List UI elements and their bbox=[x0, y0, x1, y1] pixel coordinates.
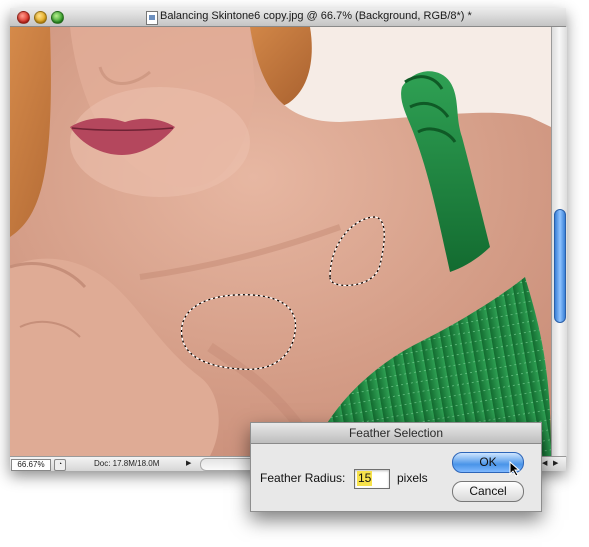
image-canvas[interactable] bbox=[10, 27, 551, 456]
document-window: Balancing Skintone6 copy.jpg @ 66.7% (Ba… bbox=[10, 8, 567, 471]
scroll-left-arrow-icon[interactable]: ◀ bbox=[542, 459, 547, 467]
status-arrow-right-icon[interactable]: ▶ bbox=[186, 459, 191, 467]
close-button[interactable] bbox=[17, 11, 30, 24]
document-icon bbox=[146, 11, 158, 25]
zoom-button[interactable] bbox=[51, 11, 64, 24]
status-menu-icon[interactable]: ◔ bbox=[54, 459, 66, 471]
feather-selection-dialog: Feather Selection Feather Radius: 15 pix… bbox=[250, 422, 542, 512]
scroll-right-arrow-icon[interactable]: ▶ bbox=[553, 459, 558, 467]
zoom-field[interactable]: 66.67% bbox=[11, 459, 51, 471]
feather-radius-label: Feather Radius: bbox=[260, 471, 346, 485]
units-label: pixels bbox=[397, 471, 428, 485]
vertical-scroll-thumb[interactable] bbox=[554, 209, 566, 323]
photo bbox=[10, 27, 551, 456]
dialog-title: Feather Selection bbox=[251, 423, 541, 444]
feather-radius-input[interactable]: 15 bbox=[354, 469, 390, 489]
doc-info: Doc: 17.8M/18.0M bbox=[94, 459, 160, 468]
window-title: Balancing Skintone6 copy.jpg @ 66.7% (Ba… bbox=[160, 10, 472, 22]
feather-radius-value: 15 bbox=[357, 471, 373, 486]
minimize-button[interactable] bbox=[34, 11, 47, 24]
cancel-button[interactable]: Cancel bbox=[452, 481, 524, 502]
mouse-pointer-icon bbox=[509, 461, 521, 477]
vertical-scrollbar[interactable] bbox=[551, 27, 567, 456]
title-bar[interactable]: Balancing Skintone6 copy.jpg @ 66.7% (Ba… bbox=[10, 8, 566, 27]
